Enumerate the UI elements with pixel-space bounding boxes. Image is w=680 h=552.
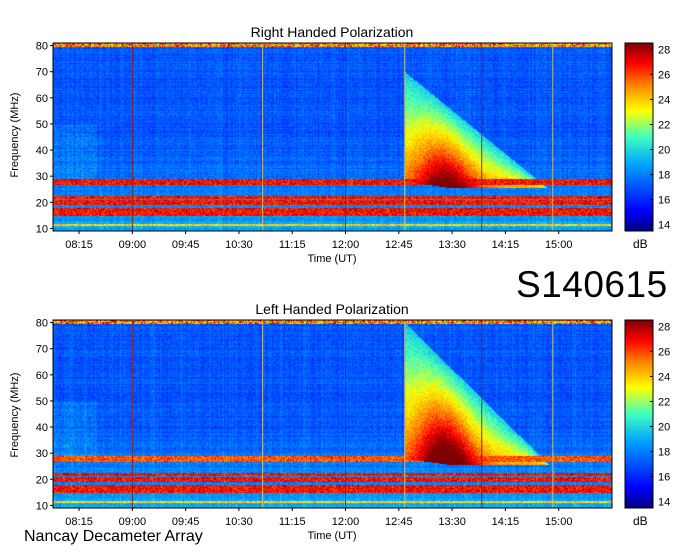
y-axis: 10 20 30 40 50 60 70 80 xyxy=(36,318,53,512)
colorbar-tick-label: 14 xyxy=(658,220,670,232)
y-tick-label: 20 xyxy=(36,474,48,486)
y-tick-label: 50 xyxy=(36,396,48,408)
x-axis-label: Time (UT) xyxy=(307,530,356,542)
colorbar-tick-label: 28 xyxy=(658,44,670,56)
colorbar-tick-label: 20 xyxy=(658,422,670,434)
colorbar xyxy=(624,319,654,509)
colorbar-tick-label: 28 xyxy=(658,321,670,333)
x-tick-label: 12:45 xyxy=(385,239,413,251)
colorbar-tick-label: 24 xyxy=(658,94,670,106)
chart-title: Left Handed Polarization xyxy=(255,301,408,317)
y-tick-label: 70 xyxy=(36,344,48,356)
colorbar-tick-label: 18 xyxy=(658,447,670,459)
spectrogram-plot xyxy=(52,319,613,509)
observation-id: S140615 xyxy=(516,264,668,305)
y-tick-label: 30 xyxy=(36,171,48,183)
y-tick-label: 40 xyxy=(36,422,48,434)
x-tick-label: 09:00 xyxy=(119,516,147,528)
colorbar xyxy=(624,42,654,232)
y-axis-label: Frequency (MHz) xyxy=(9,93,21,178)
x-tick-label: 08:15 xyxy=(65,516,93,528)
x-tick-label: 11:15 xyxy=(279,516,306,528)
colorbar-tick-label: 22 xyxy=(658,119,670,131)
x-tick-label: 14:15 xyxy=(492,239,520,251)
x-tick-label: 10:30 xyxy=(225,239,253,251)
colorbar-tick-label: 26 xyxy=(658,346,670,358)
x-tick-label: 12:45 xyxy=(385,516,413,528)
left-polarization-panel: Left Handed Polarization 10 20 30 40 50 60 70 8… xyxy=(9,301,670,542)
y-tick-label: 80 xyxy=(36,41,48,53)
colorbar-tick-label: 20 xyxy=(658,145,670,157)
y-axis-label: Frequency (MHz) xyxy=(9,373,21,458)
colorbar-tick-label: 22 xyxy=(658,396,670,408)
colorbar-tick-label: 26 xyxy=(658,69,670,81)
colorbar-tick-label: 16 xyxy=(658,195,670,207)
right-polarization-panel: Right Handed Polarization 10 20 30 40 50 60 70… xyxy=(9,24,670,265)
x-tick-label: 09:45 xyxy=(172,516,200,528)
instrument-name: Nancay Decameter Array xyxy=(24,528,203,545)
spectrogram-plot xyxy=(52,42,613,232)
x-axis: 08:15 09:00 09:45 10:30 11:15 12:00 12:45 13:30… xyxy=(65,508,572,528)
colorbar-label: dB xyxy=(633,514,648,528)
x-tick-label: 14:15 xyxy=(492,516,520,528)
x-tick-label: 10:30 xyxy=(225,516,253,528)
y-axis: 10 20 30 40 50 60 70 80 xyxy=(36,41,53,235)
x-tick-label: 15:00 xyxy=(545,516,573,528)
y-tick-label: 70 xyxy=(36,67,48,79)
y-tick-label: 60 xyxy=(36,93,48,105)
colorbar-tick-label: 14 xyxy=(658,497,670,509)
y-tick-label: 40 xyxy=(36,145,48,157)
x-tick-label: 13:30 xyxy=(438,516,466,528)
colorbar-tick-label: 18 xyxy=(658,170,670,182)
x-tick-label: 09:00 xyxy=(119,239,147,251)
x-axis-label: Time (UT) xyxy=(307,253,356,265)
x-tick-label: 08:15 xyxy=(65,239,93,251)
x-tick-label: 11:15 xyxy=(279,239,306,251)
y-tick-label: 80 xyxy=(36,318,48,330)
chart-title: Right Handed Polarization xyxy=(251,24,414,40)
colorbar-label: dB xyxy=(633,237,648,251)
x-axis: 08:15 09:00 09:45 10:30 11:15 12:00 12:45 13:30… xyxy=(65,231,572,251)
colorbar-tick-label: 16 xyxy=(658,472,670,484)
y-tick-label: 10 xyxy=(36,223,48,235)
y-tick-label: 20 xyxy=(36,197,48,209)
x-tick-label: 12:00 xyxy=(332,516,360,528)
x-tick-label: 12:00 xyxy=(332,239,360,251)
x-tick-label: 13:30 xyxy=(438,239,466,251)
spectrogram-image xyxy=(53,320,612,508)
x-tick-label: 15:00 xyxy=(545,239,573,251)
y-tick-label: 30 xyxy=(36,448,48,460)
spectrogram-image xyxy=(53,43,612,231)
y-tick-label: 10 xyxy=(36,500,48,512)
y-tick-label: 50 xyxy=(36,119,48,131)
colorbar-tick-label: 24 xyxy=(658,371,670,383)
y-tick-label: 60 xyxy=(36,370,48,382)
x-tick-label: 09:45 xyxy=(172,239,200,251)
